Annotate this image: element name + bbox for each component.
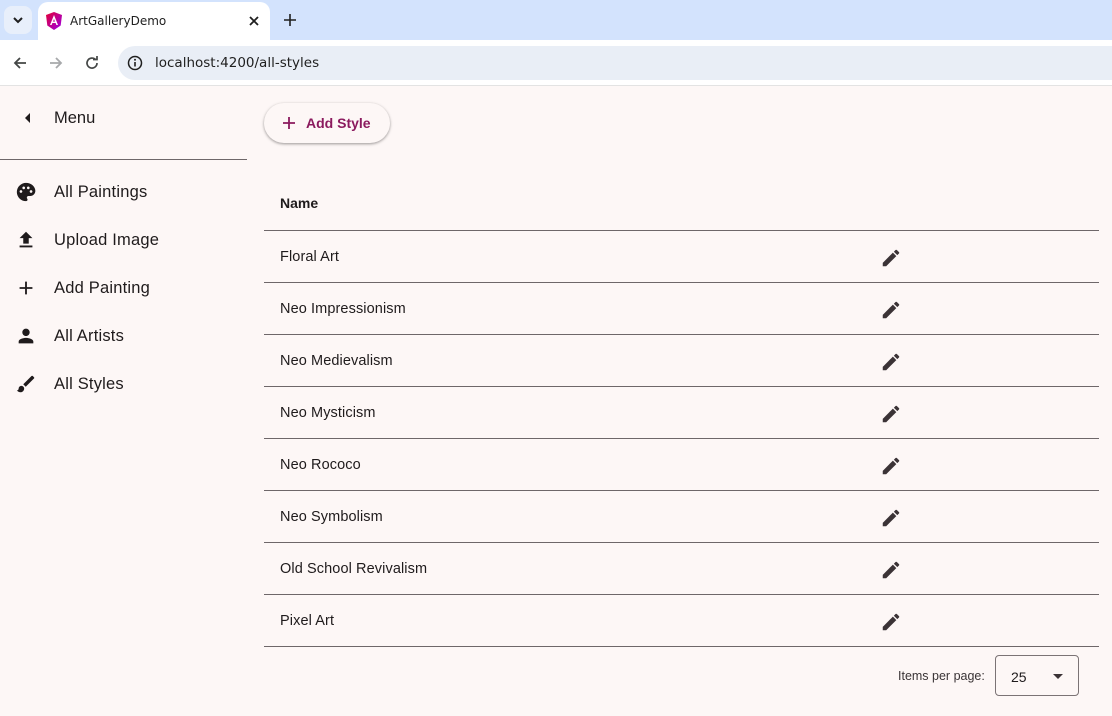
table-row: Neo Symbolism (264, 491, 1099, 543)
plus-icon (283, 117, 295, 129)
arrow-left-icon (13, 57, 26, 69)
page-size-value: 25 (1011, 669, 1027, 685)
pencil-icon (882, 561, 900, 579)
tab-search-button[interactable] (4, 6, 32, 34)
forward-button[interactable] (44, 51, 68, 75)
new-tab-button[interactable] (278, 8, 302, 32)
reload-icon (86, 56, 98, 69)
sidebar-item-upload-image[interactable]: Upload Image (0, 220, 247, 260)
style-name-cell: Pixel Art (280, 613, 335, 629)
menu-toggle[interactable]: Menu (12, 103, 242, 133)
styles-table: Name Floral Art Neo Impressionism Neo Me… (264, 174, 1099, 647)
style-name-cell: Neo Medievalism (280, 353, 393, 369)
table-row: Neo Medievalism (264, 335, 1099, 387)
style-name-cell: Neo Mysticism (280, 405, 376, 421)
items-per-page-label: Items per page: (898, 669, 985, 683)
person-icon (18, 328, 34, 344)
site-info-button[interactable] (122, 50, 148, 76)
edit-button[interactable] (876, 555, 906, 585)
sidebar-item-label: All Paintings (54, 183, 148, 201)
browser-tabstrip: ArtGalleryDemo (0, 0, 1112, 40)
edit-button[interactable] (876, 347, 906, 377)
address-bar[interactable]: localhost:4200/all-styles (118, 46, 1112, 80)
pencil-icon (882, 249, 900, 267)
chevron-down-icon (13, 17, 23, 24)
edit-button[interactable] (876, 451, 906, 481)
upload-icon (19, 231, 33, 248)
style-name-cell: Neo Impressionism (280, 301, 406, 317)
style-name-cell: Old School Revivalism (280, 561, 428, 577)
plus-icon (284, 14, 296, 26)
edit-button[interactable] (876, 607, 906, 637)
brush-icon (16, 375, 35, 393)
palette-icon (16, 182, 36, 202)
sidebar-item-label: All Artists (54, 327, 125, 345)
style-name-cell: Neo Rococo (280, 457, 361, 473)
table-row: Neo Rococo (264, 439, 1099, 491)
info-icon (127, 55, 143, 71)
edit-button[interactable] (876, 243, 906, 273)
pencil-icon (882, 613, 900, 631)
dropdown-arrow-icon (1053, 674, 1063, 679)
table-row: Pixel Art (264, 595, 1099, 647)
sidebar: Menu All Paintings Upload Image Add Pain… (0, 87, 247, 716)
add-style-button[interactable]: Add Style (264, 103, 390, 143)
caret-left-icon (25, 113, 30, 123)
angular-logo-icon (46, 12, 62, 30)
sidebar-divider (0, 159, 247, 160)
menu-label: Menu (54, 109, 96, 127)
table-row: Neo Impressionism (264, 283, 1099, 335)
edit-button[interactable] (876, 399, 906, 429)
edit-button[interactable] (876, 295, 906, 325)
pencil-icon (882, 509, 900, 527)
tab-title: ArtGalleryDemo (70, 14, 167, 28)
table-row: Floral Art (264, 231, 1099, 283)
sidebar-item-all-paintings[interactable]: All Paintings (0, 172, 247, 212)
reload-button[interactable] (80, 51, 104, 75)
column-header-name: Name (280, 195, 319, 211)
pencil-icon (882, 405, 900, 423)
url-text: localhost:4200/all-styles (155, 55, 320, 71)
sidebar-item-label: All Styles (54, 375, 124, 393)
tab-close-button[interactable] (244, 11, 264, 31)
style-name-cell: Neo Symbolism (280, 509, 383, 525)
sidebar-item-label: Add Painting (54, 279, 150, 297)
table-header: Name (264, 174, 1099, 231)
sidebar-item-add-painting[interactable]: Add Painting (0, 268, 247, 308)
style-name-cell: Floral Art (280, 249, 340, 265)
table-row: Old School Revivalism (264, 543, 1099, 595)
pencil-icon (882, 457, 900, 475)
add-style-label: Add Style (306, 115, 371, 131)
browser-toolbar: localhost:4200/all-styles (0, 40, 1112, 86)
pencil-icon (882, 301, 900, 319)
edit-button[interactable] (876, 503, 906, 533)
pencil-icon (882, 353, 900, 371)
sidebar-item-all-artists[interactable]: All Artists (0, 316, 247, 356)
close-icon (249, 16, 259, 26)
sidebar-item-label: Upload Image (54, 231, 160, 249)
arrow-right-icon (50, 57, 63, 69)
back-button[interactable] (8, 51, 32, 75)
table-row: Neo Mysticism (264, 387, 1099, 439)
page-size-select[interactable]: 25 (995, 655, 1079, 696)
sidebar-item-all-styles[interactable]: All Styles (0, 364, 247, 404)
plus-icon (19, 281, 33, 295)
browser-tab[interactable]: ArtGalleryDemo (38, 2, 270, 40)
